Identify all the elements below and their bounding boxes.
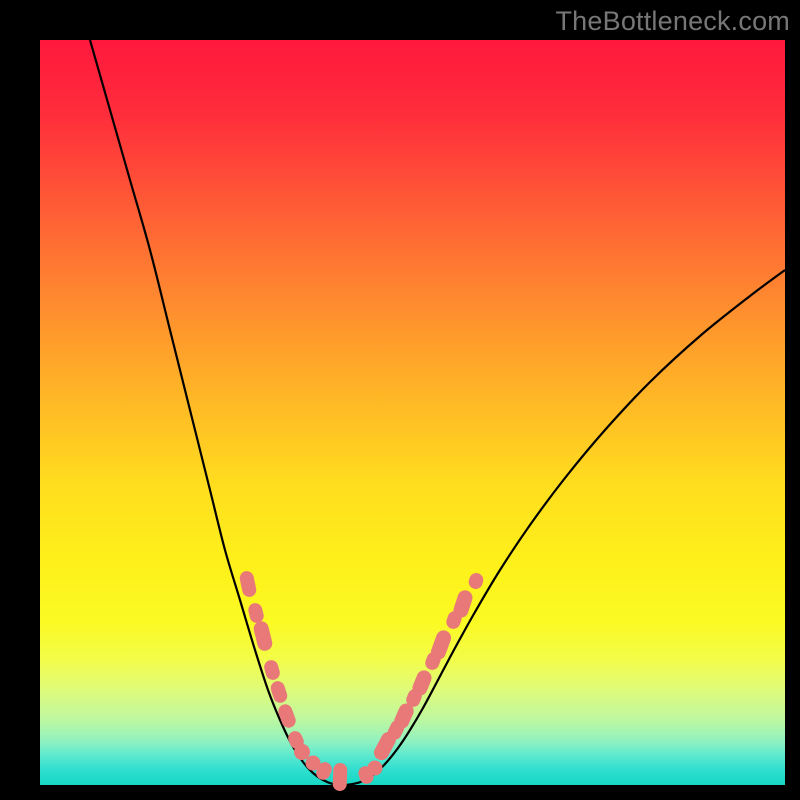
pink-mark xyxy=(263,658,282,681)
outer-frame: TheBottleneck.com xyxy=(0,0,800,800)
bottleneck-curve xyxy=(90,40,785,785)
pink-mark xyxy=(238,570,257,598)
pink-mark xyxy=(276,702,297,729)
chart-svg xyxy=(40,40,785,785)
pink-mark xyxy=(252,620,274,653)
pink-mark xyxy=(247,602,265,625)
pink-highlight-marks xyxy=(238,570,485,791)
pink-mark xyxy=(467,571,485,590)
plot-area xyxy=(40,40,785,785)
watermark-text: TheBottleneck.com xyxy=(555,6,790,37)
pink-mark xyxy=(333,763,348,791)
